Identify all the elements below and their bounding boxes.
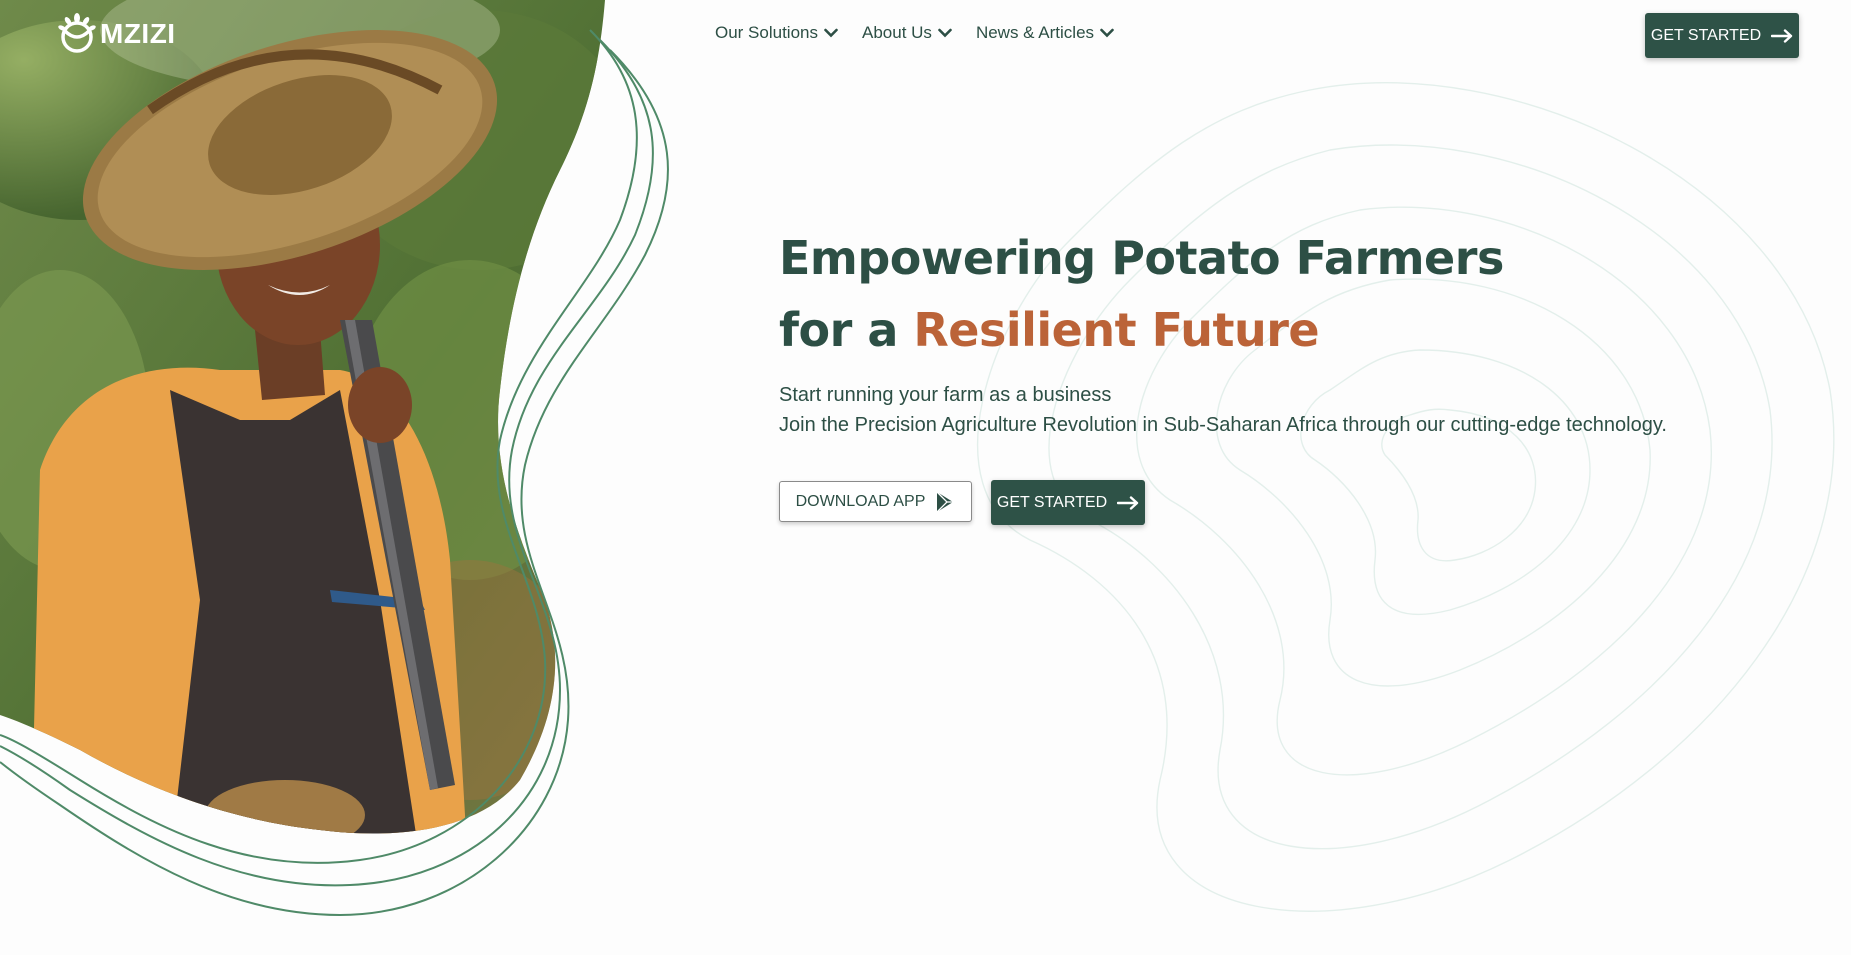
nav-news-articles[interactable]: News & Articles — [976, 23, 1114, 43]
arrow-right-icon — [1771, 28, 1793, 43]
hero-subtitle-line1: Start running your farm as a business — [779, 384, 1112, 406]
chevron-down-icon — [1100, 28, 1114, 38]
nav-label: About Us — [862, 23, 932, 42]
nav-about-us[interactable]: About Us — [862, 23, 952, 43]
button-label: DOWNLOAD APP — [795, 492, 926, 510]
nav-label: Our Solutions — [715, 23, 818, 42]
hero-subtitle-line2: Join the Precision Agriculture Revolutio… — [779, 414, 1667, 436]
brand-logo[interactable]: MZIZI — [56, 12, 176, 56]
nav-label: News & Articles — [975, 23, 1095, 42]
nav-our-solutions[interactable]: Our Solutions — [715, 23, 838, 43]
logo-icon — [58, 13, 96, 53]
button-label: GET STARTED — [1650, 26, 1762, 44]
hero-actions: DOWNLOAD APP GET STARTED — [779, 480, 1145, 525]
main-nav: Our Solutions About Us News & Articles — [715, 23, 1114, 43]
hero-title-prefix: for a — [779, 303, 914, 357]
button-label: GET STARTED — [996, 493, 1108, 511]
download-app-button[interactable]: DOWNLOAD APP — [779, 481, 972, 522]
hero-get-started-button[interactable]: GET STARTED — [991, 480, 1145, 525]
play-store-icon — [936, 491, 954, 512]
hero-title-accent: Resilient Future — [913, 303, 1320, 357]
chevron-down-icon — [938, 28, 952, 38]
header-get-started-button[interactable]: GET STARTED — [1645, 13, 1799, 58]
hero-subtitle: Start running your farm as a business Jo… — [779, 380, 1667, 440]
hero-title-line1: Empowering Potato Farmers — [779, 231, 1504, 285]
logo-text: MZIZI — [100, 18, 176, 49]
chevron-down-icon — [824, 28, 838, 38]
hero-title: Empowering Potato Farmers for a Resilien… — [779, 222, 1504, 366]
hero-image — [0, 0, 700, 955]
arrow-right-icon — [1117, 495, 1139, 510]
